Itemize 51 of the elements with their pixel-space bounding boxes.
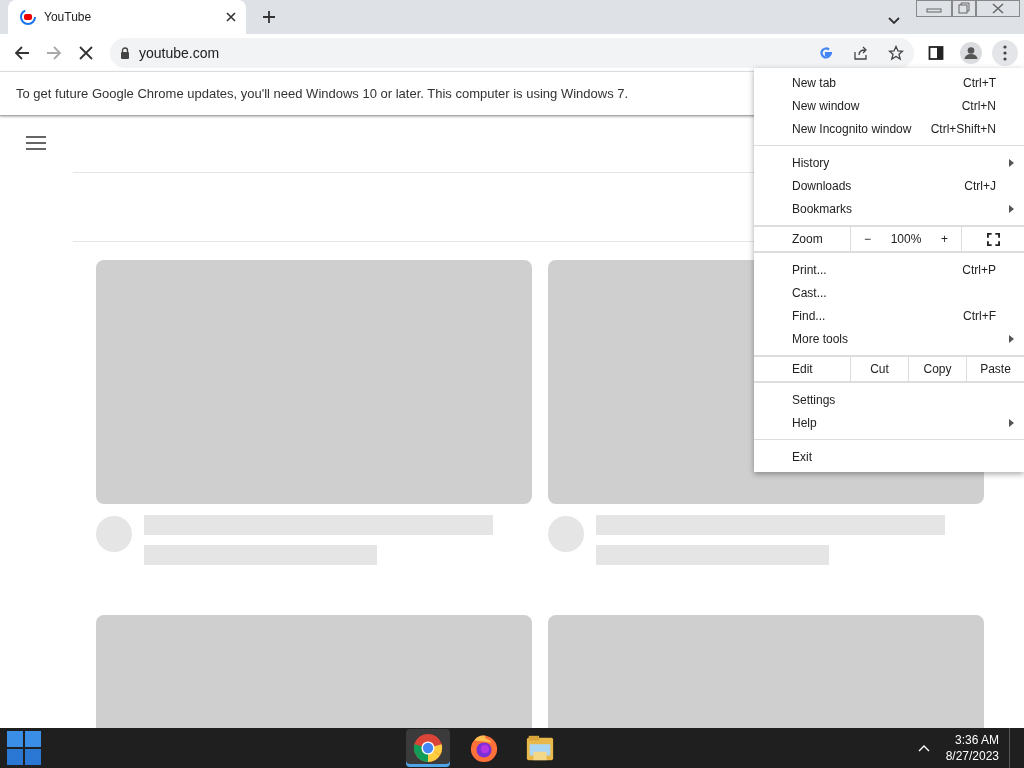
browser-tab[interactable]: YouTube bbox=[8, 0, 246, 34]
more-icon bbox=[1003, 44, 1007, 61]
avatar-placeholder bbox=[96, 516, 132, 552]
edit-button[interactable]: Cut bbox=[851, 357, 909, 381]
menu-item[interactable]: New window Ctrl+N bbox=[754, 94, 1024, 117]
url-text: youtube.com bbox=[139, 44, 220, 61]
menu-item[interactable]: Settings bbox=[754, 388, 1024, 411]
lock-icon bbox=[120, 46, 130, 59]
menu-item[interactable]: New Incognito window Ctrl+Shift+N bbox=[754, 117, 1024, 140]
menu-item[interactable]: Exit bbox=[754, 445, 1024, 468]
edit-label: Edit bbox=[754, 357, 851, 381]
start-icon[interactable] bbox=[7, 731, 41, 765]
menu-item[interactable]: Help bbox=[754, 411, 1024, 434]
menu-item[interactable]: Print... Ctrl+P bbox=[754, 258, 1024, 281]
menu-item[interactable]: New tab Ctrl+T bbox=[754, 71, 1024, 94]
tab-title: YouTube bbox=[44, 10, 93, 24]
menu-button[interactable] bbox=[992, 39, 1018, 66]
menu-item[interactable]: History bbox=[754, 151, 1024, 174]
edit-button[interactable]: Copy bbox=[909, 357, 967, 381]
profile-icon[interactable] bbox=[960, 41, 982, 64]
close-icon[interactable] bbox=[226, 12, 236, 22]
new-tab-icon[interactable] bbox=[262, 10, 276, 24]
avatar-placeholder bbox=[548, 516, 584, 552]
zoom-label: Zoom bbox=[754, 227, 851, 251]
address-bar[interactable]: youtube.com bbox=[110, 37, 914, 68]
chrome-taskbar-button[interactable] bbox=[406, 729, 451, 767]
menu-item[interactable]: More tools bbox=[754, 327, 1024, 350]
restore-icon[interactable] bbox=[952, 0, 976, 17]
menu-item[interactable]: Find... Ctrl+F bbox=[754, 304, 1024, 327]
zoom-value: 100% bbox=[890, 232, 922, 246]
google-logo-icon[interactable] bbox=[818, 44, 834, 61]
side-panel-icon[interactable] bbox=[928, 44, 944, 61]
youtube-favicon-icon bbox=[20, 9, 36, 25]
edit-button[interactable]: Paste bbox=[967, 357, 1024, 381]
minimize-icon[interactable] bbox=[916, 0, 952, 17]
zoom-in-button[interactable]: + bbox=[935, 232, 955, 246]
menu-item[interactable]: Downloads Ctrl+J bbox=[754, 174, 1024, 197]
menu-item[interactable]: Bookmarks bbox=[754, 197, 1024, 220]
back-arrow-icon[interactable] bbox=[14, 44, 30, 61]
menu-item[interactable]: Cast... bbox=[754, 281, 1024, 304]
update-warning-text: To get future Google Chrome updates, you'll need Windows 10 or later. This computer is using Windows 7. bbox=[16, 86, 629, 101]
fullscreen-icon[interactable] bbox=[986, 232, 1000, 246]
chevron-down-icon[interactable] bbox=[888, 17, 900, 25]
stop-icon[interactable] bbox=[78, 44, 94, 61]
clock-date: 8/27/2023 bbox=[945, 748, 999, 764]
share-icon[interactable] bbox=[853, 44, 869, 61]
star-icon[interactable] bbox=[888, 44, 904, 61]
chevron-up-icon[interactable] bbox=[917, 744, 930, 752]
zoom-out-button[interactable]: − bbox=[857, 232, 877, 246]
clock-time: 3:36 AM bbox=[955, 732, 999, 748]
menu-icon[interactable] bbox=[26, 135, 46, 151]
